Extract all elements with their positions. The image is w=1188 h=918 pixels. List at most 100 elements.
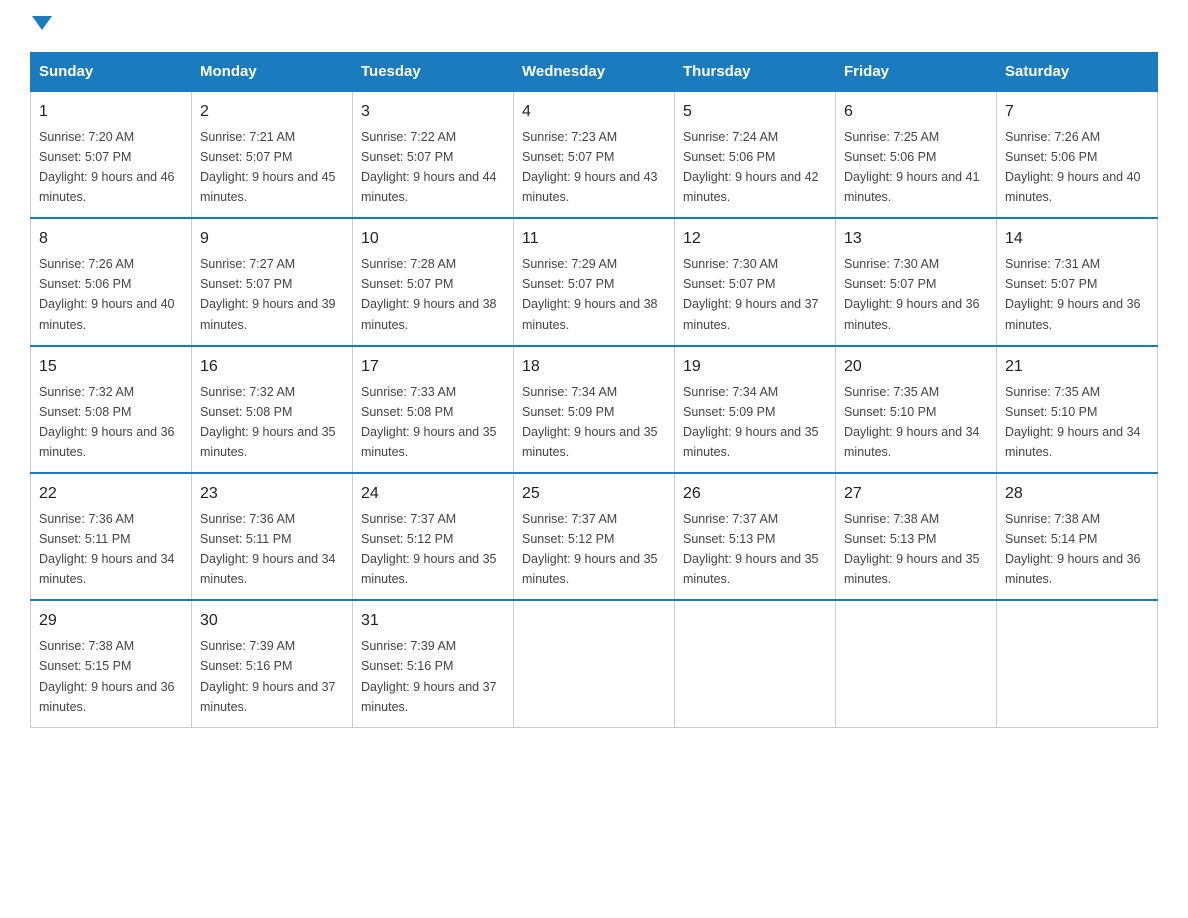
- calendar-header-row: SundayMondayTuesdayWednesdayThursdayFrid…: [31, 53, 1158, 92]
- day-number: 16: [200, 355, 344, 380]
- calendar-header-thursday: Thursday: [675, 53, 836, 92]
- calendar-cell: 25 Sunrise: 7:37 AMSunset: 5:12 PMDaylig…: [514, 473, 675, 600]
- calendar-week-row-2: 8 Sunrise: 7:26 AMSunset: 5:06 PMDayligh…: [31, 218, 1158, 345]
- day-number: 14: [1005, 227, 1149, 252]
- calendar-cell: 28 Sunrise: 7:38 AMSunset: 5:14 PMDaylig…: [997, 473, 1158, 600]
- day-info: Sunrise: 7:38 AMSunset: 5:15 PMDaylight:…: [39, 639, 175, 713]
- calendar-cell: 24 Sunrise: 7:37 AMSunset: 5:12 PMDaylig…: [353, 473, 514, 600]
- day-number: 11: [522, 227, 666, 252]
- day-info: Sunrise: 7:33 AMSunset: 5:08 PMDaylight:…: [361, 385, 497, 459]
- calendar-header-saturday: Saturday: [997, 53, 1158, 92]
- calendar-cell: 29 Sunrise: 7:38 AMSunset: 5:15 PMDaylig…: [31, 600, 192, 727]
- day-number: 27: [844, 482, 988, 507]
- calendar-cell: 11 Sunrise: 7:29 AMSunset: 5:07 PMDaylig…: [514, 218, 675, 345]
- calendar-cell: 9 Sunrise: 7:27 AMSunset: 5:07 PMDayligh…: [192, 218, 353, 345]
- day-number: 21: [1005, 355, 1149, 380]
- day-number: 12: [683, 227, 827, 252]
- day-number: 24: [361, 482, 505, 507]
- day-number: 25: [522, 482, 666, 507]
- day-info: Sunrise: 7:34 AMSunset: 5:09 PMDaylight:…: [522, 385, 658, 459]
- day-number: 22: [39, 482, 183, 507]
- calendar-cell: 27 Sunrise: 7:38 AMSunset: 5:13 PMDaylig…: [836, 473, 997, 600]
- day-info: Sunrise: 7:27 AMSunset: 5:07 PMDaylight:…: [200, 257, 336, 331]
- calendar-cell: 15 Sunrise: 7:32 AMSunset: 5:08 PMDaylig…: [31, 346, 192, 473]
- day-info: Sunrise: 7:34 AMSunset: 5:09 PMDaylight:…: [683, 385, 819, 459]
- day-info: Sunrise: 7:35 AMSunset: 5:10 PMDaylight:…: [1005, 385, 1141, 459]
- calendar-cell: 1 Sunrise: 7:20 AMSunset: 5:07 PMDayligh…: [31, 91, 192, 218]
- calendar-table: SundayMondayTuesdayWednesdayThursdayFrid…: [30, 52, 1158, 728]
- logo-triangle-icon: [32, 16, 52, 30]
- calendar-week-row-4: 22 Sunrise: 7:36 AMSunset: 5:11 PMDaylig…: [31, 473, 1158, 600]
- calendar-cell: 18 Sunrise: 7:34 AMSunset: 5:09 PMDaylig…: [514, 346, 675, 473]
- calendar-cell: 26 Sunrise: 7:37 AMSunset: 5:13 PMDaylig…: [675, 473, 836, 600]
- day-number: 20: [844, 355, 988, 380]
- day-number: 5: [683, 100, 827, 125]
- day-number: 30: [200, 609, 344, 634]
- calendar-cell: [514, 600, 675, 727]
- calendar-cell: 3 Sunrise: 7:22 AMSunset: 5:07 PMDayligh…: [353, 91, 514, 218]
- calendar-cell: 23 Sunrise: 7:36 AMSunset: 5:11 PMDaylig…: [192, 473, 353, 600]
- calendar-cell: 4 Sunrise: 7:23 AMSunset: 5:07 PMDayligh…: [514, 91, 675, 218]
- calendar-cell: 5 Sunrise: 7:24 AMSunset: 5:06 PMDayligh…: [675, 91, 836, 218]
- day-number: 3: [361, 100, 505, 125]
- calendar-week-row-3: 15 Sunrise: 7:32 AMSunset: 5:08 PMDaylig…: [31, 346, 1158, 473]
- calendar-header-sunday: Sunday: [31, 53, 192, 92]
- day-info: Sunrise: 7:38 AMSunset: 5:14 PMDaylight:…: [1005, 512, 1141, 586]
- day-number: 26: [683, 482, 827, 507]
- day-number: 19: [683, 355, 827, 380]
- day-info: Sunrise: 7:26 AMSunset: 5:06 PMDaylight:…: [1005, 130, 1141, 204]
- calendar-cell: 22 Sunrise: 7:36 AMSunset: 5:11 PMDaylig…: [31, 473, 192, 600]
- calendar-week-row-5: 29 Sunrise: 7:38 AMSunset: 5:15 PMDaylig…: [31, 600, 1158, 727]
- calendar-header-friday: Friday: [836, 53, 997, 92]
- day-number: 29: [39, 609, 183, 634]
- day-info: Sunrise: 7:37 AMSunset: 5:12 PMDaylight:…: [522, 512, 658, 586]
- page-header: [30, 20, 1158, 34]
- calendar-header-monday: Monday: [192, 53, 353, 92]
- calendar-cell: 6 Sunrise: 7:25 AMSunset: 5:06 PMDayligh…: [836, 91, 997, 218]
- calendar-cell: 16 Sunrise: 7:32 AMSunset: 5:08 PMDaylig…: [192, 346, 353, 473]
- calendar-cell: 30 Sunrise: 7:39 AMSunset: 5:16 PMDaylig…: [192, 600, 353, 727]
- day-number: 15: [39, 355, 183, 380]
- day-info: Sunrise: 7:35 AMSunset: 5:10 PMDaylight:…: [844, 385, 980, 459]
- day-info: Sunrise: 7:21 AMSunset: 5:07 PMDaylight:…: [200, 130, 336, 204]
- calendar-cell: 19 Sunrise: 7:34 AMSunset: 5:09 PMDaylig…: [675, 346, 836, 473]
- calendar-cell: [836, 600, 997, 727]
- day-number: 31: [361, 609, 505, 634]
- day-info: Sunrise: 7:25 AMSunset: 5:06 PMDaylight:…: [844, 130, 980, 204]
- calendar-cell: 13 Sunrise: 7:30 AMSunset: 5:07 PMDaylig…: [836, 218, 997, 345]
- day-info: Sunrise: 7:36 AMSunset: 5:11 PMDaylight:…: [39, 512, 175, 586]
- day-number: 18: [522, 355, 666, 380]
- calendar-cell: [675, 600, 836, 727]
- day-number: 6: [844, 100, 988, 125]
- calendar-cell: 21 Sunrise: 7:35 AMSunset: 5:10 PMDaylig…: [997, 346, 1158, 473]
- day-info: Sunrise: 7:36 AMSunset: 5:11 PMDaylight:…: [200, 512, 336, 586]
- day-number: 7: [1005, 100, 1149, 125]
- day-info: Sunrise: 7:29 AMSunset: 5:07 PMDaylight:…: [522, 257, 658, 331]
- day-info: Sunrise: 7:30 AMSunset: 5:07 PMDaylight:…: [683, 257, 819, 331]
- day-number: 28: [1005, 482, 1149, 507]
- calendar-week-row-1: 1 Sunrise: 7:20 AMSunset: 5:07 PMDayligh…: [31, 91, 1158, 218]
- calendar-cell: 20 Sunrise: 7:35 AMSunset: 5:10 PMDaylig…: [836, 346, 997, 473]
- day-info: Sunrise: 7:30 AMSunset: 5:07 PMDaylight:…: [844, 257, 980, 331]
- day-number: 2: [200, 100, 344, 125]
- day-number: 17: [361, 355, 505, 380]
- calendar-cell: [997, 600, 1158, 727]
- calendar-cell: 31 Sunrise: 7:39 AMSunset: 5:16 PMDaylig…: [353, 600, 514, 727]
- logo: [30, 20, 52, 34]
- day-info: Sunrise: 7:32 AMSunset: 5:08 PMDaylight:…: [200, 385, 336, 459]
- calendar-cell: 10 Sunrise: 7:28 AMSunset: 5:07 PMDaylig…: [353, 218, 514, 345]
- calendar-cell: 12 Sunrise: 7:30 AMSunset: 5:07 PMDaylig…: [675, 218, 836, 345]
- calendar-header-tuesday: Tuesday: [353, 53, 514, 92]
- day-info: Sunrise: 7:39 AMSunset: 5:16 PMDaylight:…: [361, 639, 497, 713]
- day-info: Sunrise: 7:22 AMSunset: 5:07 PMDaylight:…: [361, 130, 497, 204]
- day-info: Sunrise: 7:23 AMSunset: 5:07 PMDaylight:…: [522, 130, 658, 204]
- day-number: 13: [844, 227, 988, 252]
- day-info: Sunrise: 7:37 AMSunset: 5:13 PMDaylight:…: [683, 512, 819, 586]
- calendar-header-wednesday: Wednesday: [514, 53, 675, 92]
- day-info: Sunrise: 7:20 AMSunset: 5:07 PMDaylight:…: [39, 130, 175, 204]
- day-number: 1: [39, 100, 183, 125]
- day-number: 8: [39, 227, 183, 252]
- day-number: 10: [361, 227, 505, 252]
- calendar-cell: 8 Sunrise: 7:26 AMSunset: 5:06 PMDayligh…: [31, 218, 192, 345]
- day-info: Sunrise: 7:38 AMSunset: 5:13 PMDaylight:…: [844, 512, 980, 586]
